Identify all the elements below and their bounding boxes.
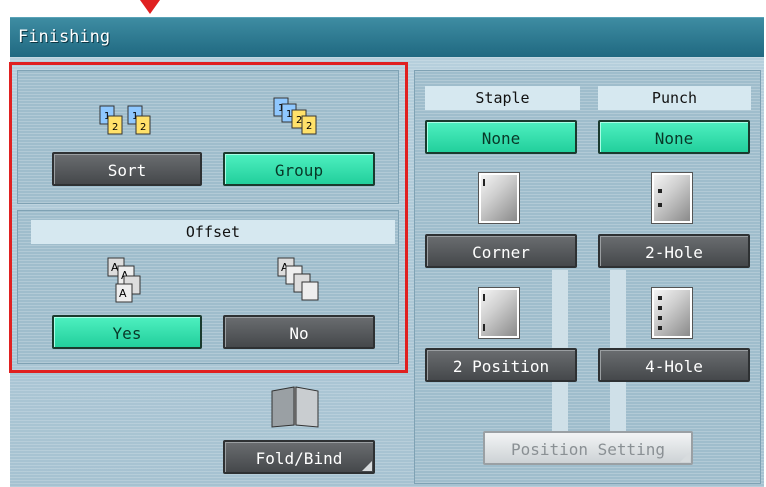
staple-2-position-icon [479,288,519,338]
staple-none-button[interactable]: None [425,120,577,154]
punch-2-hole-icon [652,173,692,223]
staple-corner-button[interactable]: Corner [425,234,577,268]
pointer-marker [140,0,160,14]
staple-2-position-button[interactable]: 2 Position [425,348,577,382]
staple-header: Staple [425,86,580,110]
page-title: Finishing [18,27,111,47]
punch-4-hole-icon [652,288,692,338]
punch-none-button[interactable]: None [598,120,750,154]
punch-header: Punch [598,86,751,110]
position-setting-button[interactable]: Position Setting [483,431,693,465]
fold-bind-button[interactable]: Fold/Bind [223,440,375,474]
fold-bind-icon [271,386,319,428]
staple-corner-icon [479,173,519,223]
punch-4-hole-button[interactable]: 4-Hole [598,348,750,382]
highlight-frame [9,62,408,373]
punch-2-hole-button[interactable]: 2-Hole [598,234,750,268]
title-bar: Finishing [10,17,764,58]
